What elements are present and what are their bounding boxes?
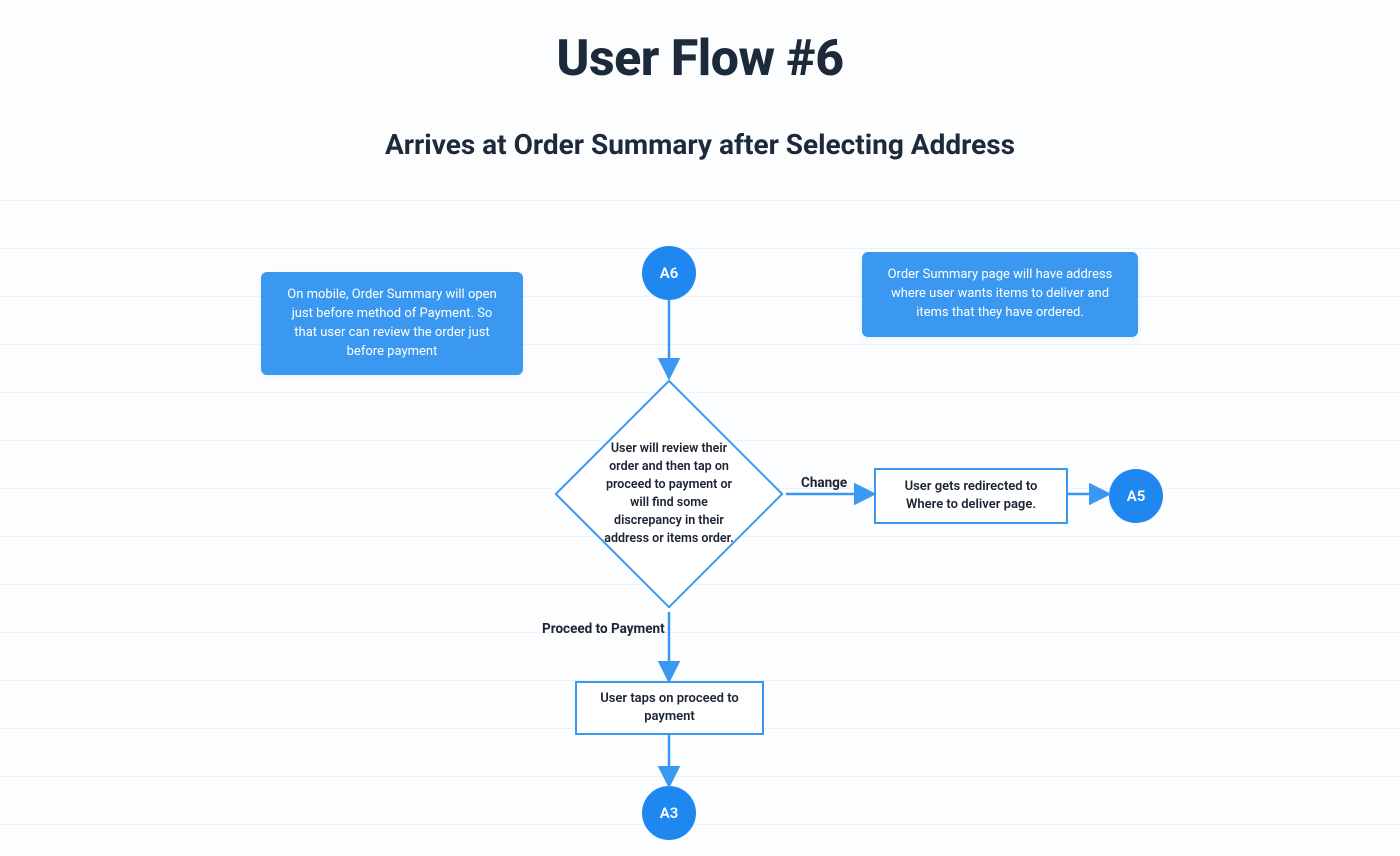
node-redirect: User gets redirected to Where to deliver…	[874, 468, 1068, 524]
node-proceed: User taps on proceed to payment	[575, 681, 764, 735]
edge-label-change: Change	[801, 475, 847, 491]
node-decision-label: User will review their order and then ta…	[566, 391, 772, 597]
node-start-a6: A6	[642, 246, 696, 300]
node-decision: User will review their order and then ta…	[588, 413, 750, 575]
page-subtitle: Arrives at Order Summary after Selecting…	[0, 128, 1400, 161]
note-right: Order Summary page will have address whe…	[862, 252, 1138, 337]
note-left: On mobile, Order Summary will open just …	[261, 272, 523, 375]
edge-label-proceed: Proceed to Payment	[542, 621, 665, 637]
page-title: User Flow #6	[0, 30, 1400, 88]
node-end-a3: A3	[642, 786, 696, 840]
node-end-a5: A5	[1109, 469, 1163, 523]
